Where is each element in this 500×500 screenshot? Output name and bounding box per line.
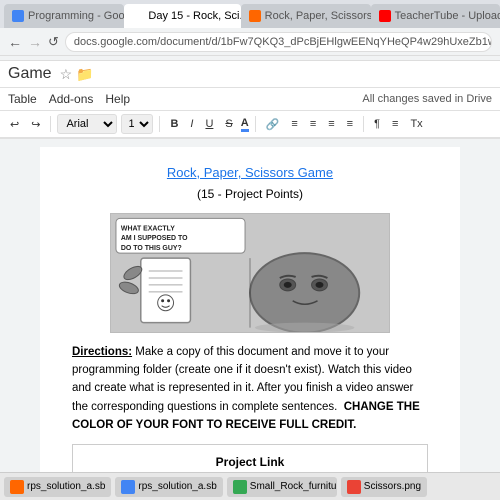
taskbar: rps_solution_a.sb rps_solution_a.sb Smal… — [0, 472, 500, 500]
save-status: All changes saved in Drive — [362, 93, 492, 105]
tab-teachertube[interactable]: TeacherTube - Upload... ✕ — [371, 4, 500, 28]
browser-tabs: Programming - Goo... ✕ Day 15 - Rock, Sc… — [0, 0, 500, 28]
doc-title-bar: Game ☆ 📁 — [0, 61, 500, 88]
tab-favicon-teachertube — [379, 10, 391, 22]
folder-icon[interactable]: 📁 — [76, 66, 93, 83]
doc-directions: Directions: Make a copy of this document… — [72, 343, 428, 435]
toolbar-italic[interactable]: I — [186, 116, 197, 132]
toolbar-redo[interactable]: ↪ — [27, 116, 44, 133]
tab-label-programming: Programming - Goo... — [28, 10, 124, 22]
toolbar-sep-2 — [159, 116, 160, 132]
tab-favicon-rps — [249, 10, 261, 22]
toolbar-font-color[interactable]: A — [241, 117, 249, 132]
taskbar-icon-3 — [347, 480, 361, 494]
comic-image: WHAT EXACTLY AM I SUPPOSED TO DO TO THIS… — [110, 213, 390, 333]
svg-text:DO TO THIS GUY?: DO TO THIS GUY? — [121, 245, 182, 252]
tab-label-teachertube: TeacherTube - Upload... — [395, 10, 500, 22]
toolbar-sep-4 — [363, 116, 364, 132]
menu-help[interactable]: Help — [105, 90, 130, 108]
toolbar-align-center[interactable]: ≡ — [306, 116, 320, 132]
menu-addons[interactable]: Add-ons — [49, 90, 94, 108]
menu-bar: Table Add-ons Help All changes saved in … — [0, 88, 500, 111]
toolbar-bold[interactable]: B — [166, 116, 182, 132]
tab-programming[interactable]: Programming - Goo... ✕ — [4, 4, 124, 28]
tab-label-day15: Day 15 - Rock, Sci... — [148, 10, 240, 22]
tab-favicon-day15 — [132, 10, 144, 22]
taskbar-label-3: Scissors.png — [364, 481, 421, 492]
svg-text:WHAT EXACTLY: WHAT EXACTLY — [121, 225, 175, 232]
doc-icons: ☆ 📁 — [60, 66, 94, 83]
toolbar-undo[interactable]: ↩ — [6, 116, 23, 133]
reload-icon[interactable]: ↺ — [48, 34, 59, 50]
font-select[interactable]: Arial — [57, 114, 117, 134]
toolbar-align-justify[interactable]: ≡ — [343, 116, 357, 132]
content-title: Rock, Paper, Scissors Game — [72, 163, 428, 183]
tab-favicon-programming — [12, 10, 24, 22]
taskbar-label-2: Small_Rock_furnitur....png — [250, 481, 337, 492]
font-size-select[interactable]: 11 — [121, 114, 153, 134]
main-area: Rock, Paper, Scissors Game (15 - Project… — [0, 139, 500, 499]
comic-svg: WHAT EXACTLY AM I SUPPOSED TO DO TO THIS… — [111, 213, 389, 333]
doc-title: Game — [8, 65, 52, 83]
doc-content: Rock, Paper, Scissors Game (15 - Project… — [40, 147, 460, 491]
tab-day15[interactable]: Day 15 - Rock, Sci... ✕ — [124, 4, 240, 28]
tab-rps[interactable]: Rock, Paper, Scissors - Str... ✕ — [241, 4, 371, 28]
toolbar-sep-1 — [50, 116, 51, 132]
content-subtitle: (15 - Project Points) — [72, 185, 428, 203]
toolbar: ↩ ↪ Arial 11 B I U S A 🔗 ≡ ≡ ≡ ≡ ¶ ≡ Tx — [0, 111, 500, 139]
toolbar-clear-format[interactable]: Tx — [406, 116, 426, 132]
taskbar-item-1[interactable]: rps_solution_a.sb — [115, 477, 222, 497]
url-box[interactable]: docs.google.com/document/d/1bFw7QKQ3_dPc… — [65, 32, 492, 52]
taskbar-icon-2 — [233, 480, 247, 494]
taskbar-item-2[interactable]: Small_Rock_furnitur....png — [227, 477, 337, 497]
toolbar-align-left[interactable]: ≡ — [287, 116, 301, 132]
star-icon[interactable]: ☆ — [60, 66, 73, 83]
taskbar-label-1: rps_solution_a.sb — [138, 481, 216, 492]
toolbar-strikethrough[interactable]: S — [221, 116, 236, 132]
project-link-title: Project Link — [85, 453, 415, 471]
forward-icon[interactable]: → — [28, 34, 42, 50]
directions-label: Directions: — [72, 346, 132, 358]
taskbar-icon-0 — [10, 480, 24, 494]
taskbar-icon-1 — [121, 480, 135, 494]
url-text: docs.google.com/document/d/1bFw7QKQ3_dPc… — [74, 36, 492, 48]
toolbar-link[interactable]: 🔗 — [262, 116, 284, 133]
address-bar: ← → ↺ docs.google.com/document/d/1bFw7QK… — [0, 28, 500, 56]
toolbar-underline[interactable]: U — [201, 116, 217, 132]
taskbar-item-3[interactable]: Scissors.png — [341, 477, 427, 497]
tab-label-rps: Rock, Paper, Scissors - Str... — [265, 10, 371, 22]
toolbar-align-right[interactable]: ≡ — [324, 116, 338, 132]
toolbar-line-spacing[interactable]: ¶ — [370, 116, 384, 132]
toolbar-sep-3 — [255, 116, 256, 132]
back-icon[interactable]: ← — [8, 34, 22, 50]
svg-text:AM I SUPPOSED TO: AM I SUPPOSED TO — [121, 235, 188, 242]
toolbar-list[interactable]: ≡ — [388, 116, 402, 132]
menu-table[interactable]: Table — [8, 90, 37, 108]
taskbar-item-0[interactable]: rps_solution_a.sb — [4, 477, 111, 497]
taskbar-label-0: rps_solution_a.sb — [27, 481, 105, 492]
